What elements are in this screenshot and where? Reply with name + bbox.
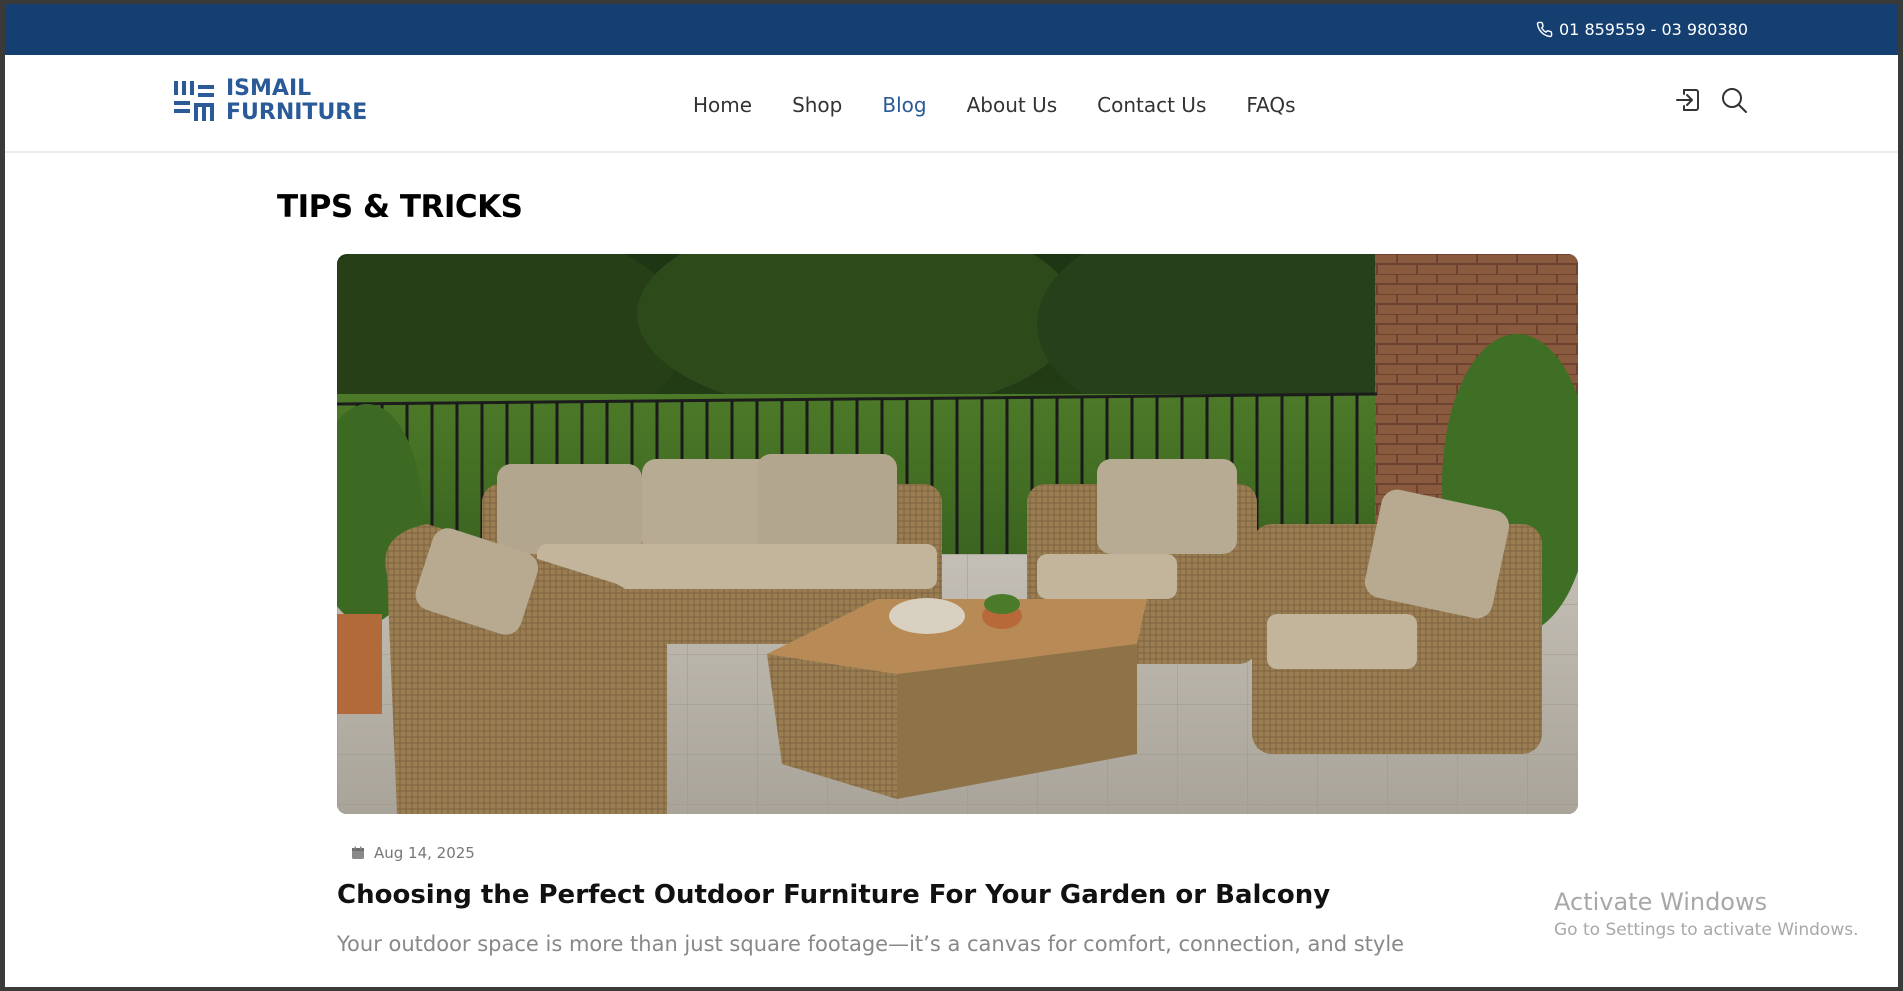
search-icon[interactable] — [1720, 86, 1748, 114]
logo-line-2: FURNITURE — [226, 100, 368, 125]
logo-mark-icon — [174, 81, 214, 121]
browser-viewport: 01 859559 - 03 980380 ISMAIL FURNITURE H… — [5, 4, 1898, 987]
watermark-line-2: Go to Settings to activate Windows. — [1554, 920, 1859, 940]
nav-contact-us[interactable]: Contact Us — [1097, 93, 1206, 117]
watermark-line-1: Activate Windows — [1554, 888, 1768, 916]
logo-wordmark: ISMAIL FURNITURE — [226, 77, 367, 125]
section-title: TIPS & TRICKS — [277, 189, 523, 225]
post-date: Aug 14, 2025 — [374, 844, 475, 862]
phone-icon — [1536, 21, 1553, 38]
nav-shop[interactable]: Shop — [792, 93, 842, 117]
nav-about-us[interactable]: About Us — [967, 93, 1058, 117]
windows-activation-watermark: Activate Windows Go to Settings to activ… — [1554, 888, 1859, 940]
site-logo[interactable]: ISMAIL FURNITURE — [172, 77, 367, 125]
post-excerpt: Your outdoor space is more than just squ… — [337, 932, 1405, 956]
header-actions — [1674, 86, 1748, 114]
phone-contact[interactable]: 01 859559 - 03 980380 — [1536, 20, 1748, 39]
logo-line-1: ISMAIL — [226, 76, 312, 101]
nav-blog[interactable]: Blog — [882, 93, 926, 117]
main-nav: Home Shop Blog About Us Contact Us FAQs — [693, 93, 1336, 117]
patio-furniture-image — [337, 254, 1578, 814]
calendar-icon — [352, 846, 364, 859]
nav-home[interactable]: Home — [693, 93, 752, 117]
site-header: ISMAIL FURNITURE Home Shop Blog About Us… — [5, 55, 1898, 153]
post-featured-image[interactable] — [337, 254, 1578, 814]
login-icon[interactable] — [1674, 86, 1702, 114]
top-bar: 01 859559 - 03 980380 — [5, 4, 1898, 55]
nav-faqs[interactable]: FAQs — [1246, 93, 1295, 117]
phone-number: 01 859559 - 03 980380 — [1559, 20, 1748, 39]
post-meta: Aug 14, 2025 — [351, 844, 475, 862]
post-title[interactable]: Choosing the Perfect Outdoor Furniture F… — [337, 880, 1330, 910]
